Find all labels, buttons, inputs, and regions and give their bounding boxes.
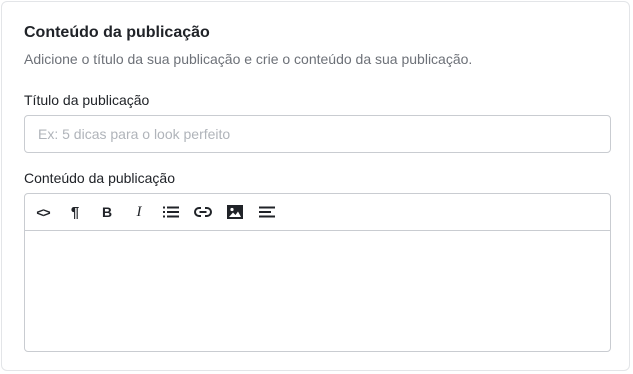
bold-button[interactable]: B [95,201,119,223]
paragraph-icon: ¶ [70,203,80,221]
content-field-label: Conteúdo da publicação [24,170,176,186]
image-icon [227,205,243,219]
post-title-input[interactable] [24,115,611,153]
editor-toolbar: <> ¶ B I [25,194,610,231]
image-button[interactable] [223,201,247,223]
bullet-list-button[interactable] [159,201,183,223]
editor-content-area[interactable] [25,231,610,351]
italic-icon: I [136,203,142,220]
rich-text-editor: <> ¶ B I [24,193,611,352]
code-icon: <> [36,204,50,220]
title-field-label: Título da publicação [24,92,150,108]
post-content-card: Conteúdo da publicação Adicione o título… [1,1,630,371]
align-left-icon [259,206,275,218]
link-button[interactable] [191,201,215,223]
section-description: Adicione o título da sua publicação e cr… [24,51,473,67]
bold-icon: B [101,204,113,220]
code-button[interactable]: <> [31,201,55,223]
italic-button[interactable]: I [127,201,151,223]
align-left-button[interactable] [255,201,279,223]
section-title: Conteúdo da publicação [24,24,210,41]
bullet-list-icon [163,206,179,218]
link-icon [194,207,212,217]
paragraph-button[interactable]: ¶ [63,201,87,223]
